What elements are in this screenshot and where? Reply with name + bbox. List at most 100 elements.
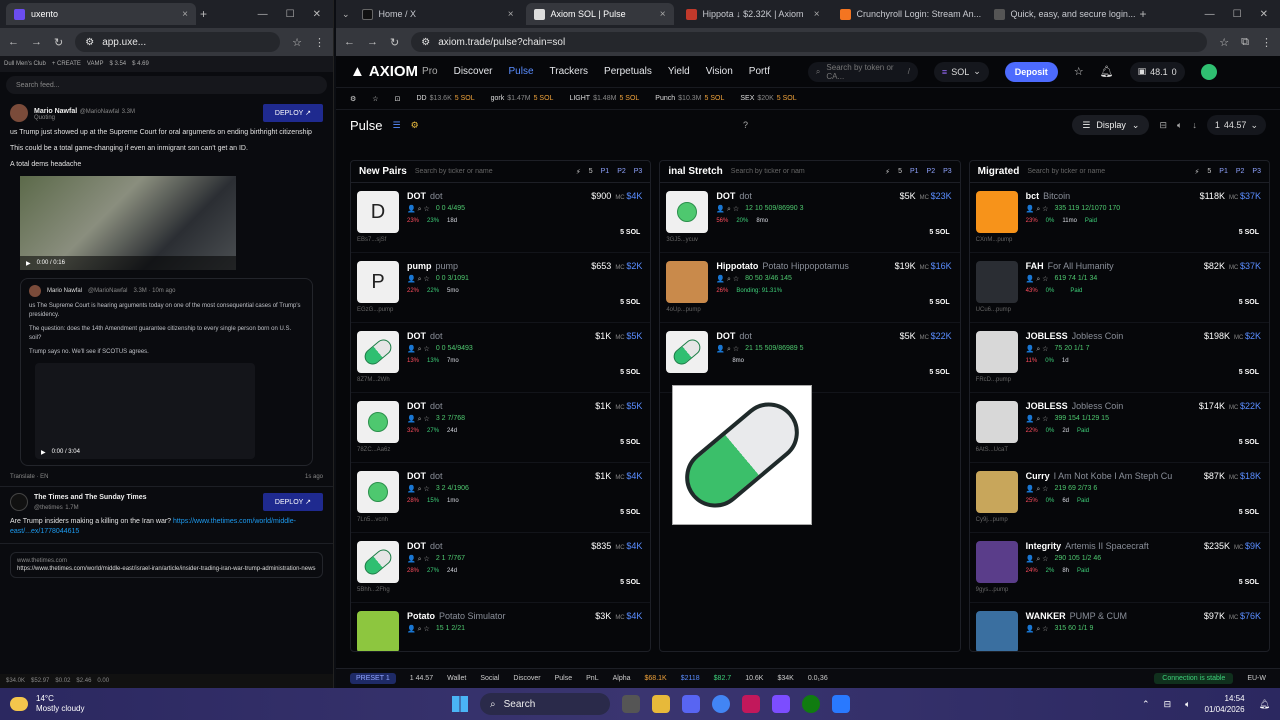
- status-social[interactable]: Social: [480, 675, 499, 682]
- token-row[interactable]: 6AtS...UcaT JOBLESS Jobless Coin $174K MC $2…: [969, 393, 1269, 463]
- ticker-item[interactable]: LIGHT $1.48M 5 SOL: [569, 95, 639, 102]
- forward-icon[interactable]: →: [31, 36, 42, 48]
- token-thumbnail[interactable]: 78ZC...Aa6z: [357, 401, 399, 453]
- nav-trackers[interactable]: Trackers: [550, 66, 589, 77]
- token-address[interactable]: 8Z7M...2Wh: [357, 377, 390, 383]
- volume-icon[interactable]: 🔈︎: [1185, 699, 1190, 710]
- social-icons[interactable]: 👤 ⌕ ☆: [1026, 415, 1049, 424]
- chevron-up-icon[interactable]: ⌃: [1142, 699, 1150, 710]
- status-discover[interactable]: Discover: [513, 675, 540, 682]
- deposit-button[interactable]: Deposit: [1004, 61, 1058, 82]
- feed-post[interactable]: Mario Nawfal @MarioNawfal 3.3M Quoting D…: [0, 98, 333, 487]
- quick-buy-button[interactable]: 5 SOL: [620, 229, 640, 236]
- curry-token-image[interactable]: Cy9j...pump: [975, 471, 1018, 523]
- chain-selector[interactable]: ≡ SOL ⌄: [933, 61, 989, 82]
- token-row[interactable]: DOT dot $5K MC $22K 👤 ⌕ ☆ 21 15 509/86989 5 8m…: [660, 323, 960, 393]
- tab-uxento[interactable]: uxento ×: [6, 3, 196, 25]
- integ-token-image[interactable]: 9gys...pump: [975, 541, 1018, 593]
- quick-buy-button[interactable]: 5 SOL: [929, 299, 949, 306]
- taskbar-search[interactable]: ⌕ Search: [480, 693, 610, 715]
- social-icons[interactable]: 👤 ⌕ ☆: [716, 275, 739, 284]
- chrome-icon[interactable]: [712, 695, 730, 713]
- token-thumbnail[interactable]: D EBs7...sjSf: [357, 191, 399, 243]
- quickbuy-amount[interactable]: 5: [898, 168, 902, 175]
- minimize-icon[interactable]: —: [258, 9, 268, 20]
- social-icons[interactable]: 👤 ⌕ ☆: [407, 275, 430, 284]
- token-thumbnail[interactable]: 7Ln5...vcnh: [357, 471, 399, 523]
- video-player[interactable]: ▶ 0:00 / 0:16: [20, 176, 236, 270]
- social-icons[interactable]: 👤 ⌕ ☆: [1026, 205, 1049, 214]
- xbox-icon[interactable]: [802, 695, 820, 713]
- token-address[interactable]: 78ZC...Aa6z: [357, 447, 390, 453]
- token-row[interactable]: FRcD...pump JOBLESS Jobless Coin $198K MC $2…: [969, 323, 1269, 393]
- preset-tab-p2[interactable]: P2: [927, 168, 936, 175]
- toolbar-item[interactable]: Dull Men's Club: [4, 61, 46, 67]
- app-icon[interactable]: [772, 695, 790, 713]
- quick-buy-button[interactable]: 5 SOL: [620, 439, 640, 446]
- token-address[interactable]: CXnM...pump: [976, 237, 1013, 243]
- deploy-button[interactable]: DEPLOY ↗: [262, 493, 323, 511]
- social-icons[interactable]: 👤 ⌕ ☆: [407, 485, 430, 494]
- nav-portfolio[interactable]: Portf: [749, 66, 770, 77]
- task-view-icon[interactable]: [622, 695, 640, 713]
- column-search-input[interactable]: Search by ticker or nam: [731, 168, 877, 175]
- chart-icon[interactable]: ⊡: [395, 95, 401, 103]
- app-icon[interactable]: [742, 695, 760, 713]
- lightning-icon[interactable]: ⚡: [1194, 168, 1199, 176]
- quick-buy-button[interactable]: 5 SOL: [1239, 579, 1259, 586]
- hippo-token-image[interactable]: 4oUp...pump: [666, 261, 709, 313]
- extensions-icon[interactable]: ⧉: [1241, 36, 1249, 49]
- close-tab-icon[interactable]: ×: [660, 9, 666, 20]
- preset-tab-p2[interactable]: P2: [617, 168, 626, 175]
- token-row[interactable]: Cy9j...pump Curry I Am Not Kobe I Am Steph…: [969, 463, 1269, 533]
- status-pulse[interactable]: Pulse: [555, 675, 573, 682]
- bookmark-icon[interactable]: ☆: [1219, 36, 1229, 49]
- token-address[interactable]: 3GJ5...ycuv: [666, 237, 698, 243]
- column-search-input[interactable]: Search by ticker or name: [1027, 168, 1186, 175]
- token-row[interactable]: 78ZC...Aa6z DOT dot $1K MC $5K 👤 ⌕ ☆ 3 2 7/768…: [351, 393, 651, 463]
- close-window-icon[interactable]: ✕: [1260, 9, 1268, 20]
- close-window-icon[interactable]: ✕: [313, 9, 321, 20]
- tab-hippota[interactable]: Hippota ↓ $2.32K | Axiom ×: [678, 3, 828, 25]
- nav-yield[interactable]: Yield: [668, 66, 690, 77]
- reload-icon[interactable]: ↻: [54, 36, 63, 49]
- token-thumbnail[interactable]: 5Bhh...2Fhg: [357, 541, 399, 593]
- close-tab-icon[interactable]: ×: [182, 9, 188, 20]
- right-url-field[interactable]: ⚙ axiom.trade/pulse?chain=sol: [411, 32, 1208, 52]
- avatar[interactable]: [1200, 63, 1217, 80]
- token-row[interactable]: D EBs7...sjSf DOT dot $900 MC $4K 👤 ⌕ ☆ 0 0 4/4…: [351, 183, 651, 253]
- help-icon[interactable]: ?: [743, 120, 748, 130]
- token-address[interactable]: 5Bhh...2Fhg: [357, 587, 390, 593]
- social-icons[interactable]: 👤 ⌕ ☆: [1026, 625, 1049, 634]
- lightning-icon[interactable]: ⚡: [885, 168, 890, 176]
- display-button[interactable]: ☰ Display ⌄: [1072, 115, 1150, 135]
- page-sol-selector[interactable]: 1 44.57 ⌄: [1206, 115, 1266, 135]
- quick-buy-button[interactable]: 5 SOL: [620, 509, 640, 516]
- new-tab-icon[interactable]: +: [200, 7, 207, 21]
- token-thumbnail[interactable]: 3GJ5...ycuv: [666, 191, 709, 243]
- social-icons[interactable]: 👤 ⌕ ☆: [1026, 345, 1049, 354]
- site-info-icon[interactable]: ⚙: [85, 37, 94, 48]
- tab-search-icon[interactable]: ⌄: [342, 9, 350, 20]
- quick-buy-button[interactable]: 5 SOL: [1239, 299, 1259, 306]
- token-address[interactable]: FRcD...pump: [976, 377, 1011, 383]
- download-icon[interactable]: ↓: [1192, 120, 1197, 130]
- quick-buy-button[interactable]: 5 SOL: [620, 299, 640, 306]
- token-address[interactable]: 4oUp...pump: [666, 307, 700, 313]
- token-row[interactable]: P EGzG...pump pump pump $653 MC $2K 👤 ⌕ ☆ 0 0 3…: [351, 253, 651, 323]
- close-tab-icon[interactable]: ×: [814, 9, 820, 20]
- ticker-item[interactable]: gork $1.47M 5 SOL: [491, 95, 554, 102]
- quickbuy-amount[interactable]: 5: [589, 168, 593, 175]
- token-address[interactable]: EBs7...sjSf: [357, 237, 386, 243]
- fah-token-image[interactable]: UCu6...pump: [975, 261, 1018, 313]
- social-icons[interactable]: 👤 ⌕ ☆: [1026, 555, 1049, 564]
- maximize-icon[interactable]: ☐: [1233, 9, 1242, 20]
- quick-buy-button[interactable]: 5 SOL: [1239, 369, 1259, 376]
- token-row[interactable]: 5Bhh...2Fhg DOT dot $835 MC $4K 👤 ⌕ ☆ 2 1 7/76…: [351, 533, 651, 603]
- weather-widget[interactable]: 14°C Mostly cloudy: [10, 694, 84, 714]
- quick-buy-button[interactable]: 5 SOL: [929, 369, 949, 376]
- social-icons[interactable]: 👤 ⌕ ☆: [407, 625, 430, 634]
- social-icons[interactable]: 👤 ⌕ ☆: [407, 345, 430, 354]
- avatar[interactable]: [29, 285, 41, 297]
- gear-icon[interactable]: ⚙: [350, 95, 356, 103]
